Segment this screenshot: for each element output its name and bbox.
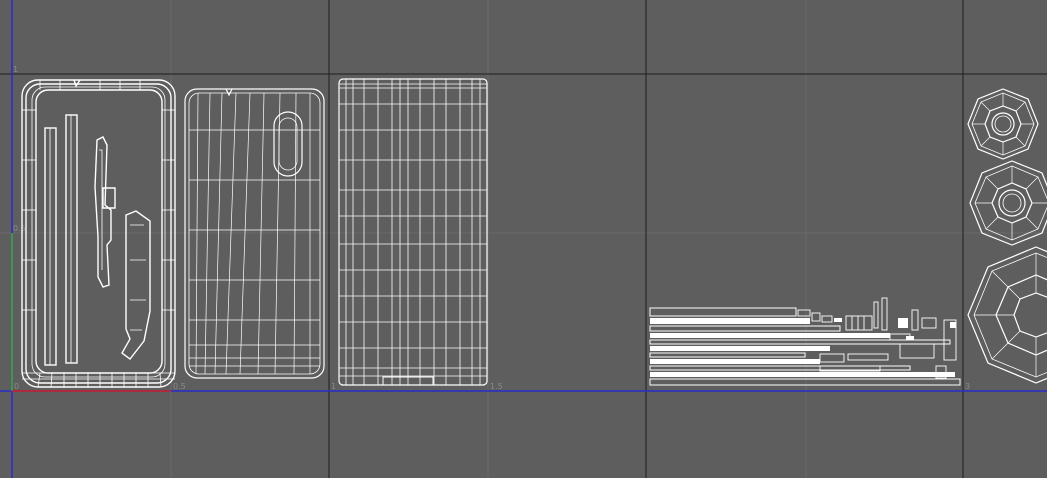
uv-shell-body-grid[interactable] <box>338 78 488 386</box>
minor-grid <box>0 0 1047 478</box>
uv-shell-small-parts-strip[interactable] <box>649 297 961 386</box>
uv-shell-lens-rings[interactable] <box>967 88 1047 384</box>
lens-ring-middle[interactable] <box>969 160 1047 246</box>
axis-label-v-1: 1 <box>13 65 18 74</box>
axis-label-0-5: 0.5 <box>173 382 186 391</box>
uv-viewport[interactable]: 0 0.5 1 1.5 3 1 0.5 <box>0 0 1047 478</box>
major-grid <box>0 0 1047 478</box>
lens-ring-bottom[interactable] <box>967 246 1047 384</box>
axis-label-3: 3 <box>965 382 970 391</box>
lens-ring-top[interactable] <box>967 88 1039 160</box>
axis-label-origin: 0 <box>14 382 19 391</box>
axis-label-1: 1 <box>331 382 336 391</box>
axis-label-1-5: 1.5 <box>490 382 503 391</box>
axis-label-v-0-5: 0.5 <box>13 224 26 233</box>
